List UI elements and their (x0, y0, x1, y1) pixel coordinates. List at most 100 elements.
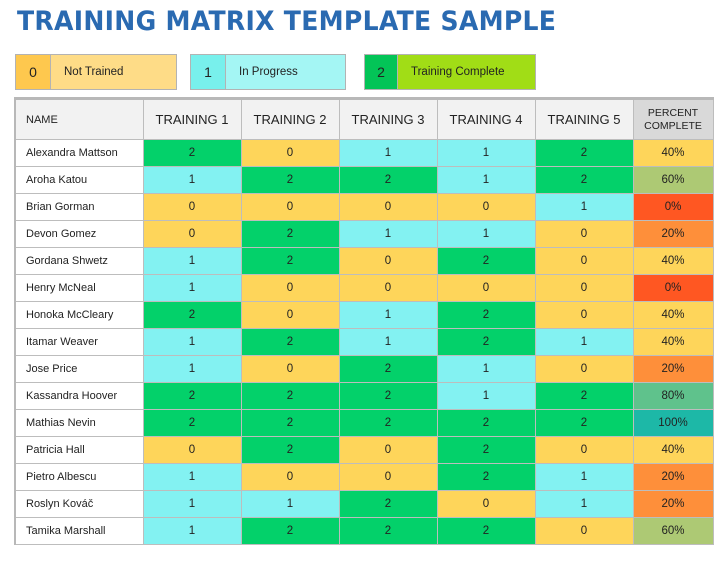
legend-label: Not Trained (50, 55, 176, 89)
training-4-score[interactable]: 2 (436, 517, 536, 545)
training-5-score[interactable]: 0 (534, 220, 634, 248)
legend-value: 0 (16, 55, 50, 89)
training-1-score[interactable]: 2 (142, 139, 242, 167)
percent-complete: 20% (632, 490, 714, 518)
training-1-score[interactable]: 1 (142, 463, 242, 491)
percent-complete: 80% (632, 382, 714, 410)
training-3-score[interactable]: 0 (338, 193, 438, 221)
training-1-score[interactable]: 0 (142, 220, 242, 248)
table-row: Aroha Katou 1 2 2 1 2 60% (14, 166, 714, 194)
training-5-score[interactable]: 2 (534, 382, 634, 410)
employee-name[interactable]: Brian Gorman (14, 193, 144, 221)
employee-name[interactable]: Patricia Hall (14, 436, 144, 464)
training-4-score[interactable]: 2 (436, 463, 536, 491)
employee-name[interactable]: Pietro Albescu (14, 463, 144, 491)
training-4-score[interactable]: 1 (436, 355, 536, 383)
employee-name[interactable]: Tamika Marshall (14, 517, 144, 545)
training-1-score[interactable]: 0 (142, 193, 242, 221)
training-3-score[interactable]: 1 (338, 139, 438, 167)
training-2-score[interactable]: 2 (240, 517, 340, 545)
training-4-score[interactable]: 1 (436, 220, 536, 248)
training-5-score[interactable]: 1 (534, 463, 634, 491)
training-2-score[interactable]: 2 (240, 247, 340, 275)
training-5-score[interactable]: 0 (534, 436, 634, 464)
training-1-score[interactable]: 1 (142, 166, 242, 194)
training-3-score[interactable]: 0 (338, 463, 438, 491)
training-4-score[interactable]: 0 (436, 274, 536, 302)
training-1-score[interactable]: 2 (142, 382, 242, 410)
training-1-score[interactable]: 2 (142, 409, 242, 437)
training-5-score[interactable]: 0 (534, 355, 634, 383)
training-1-score[interactable]: 1 (142, 274, 242, 302)
training-5-score[interactable]: 0 (534, 517, 634, 545)
training-5-score[interactable]: 1 (534, 328, 634, 356)
legend-label: In Progress (225, 55, 345, 89)
training-2-score[interactable]: 1 (240, 490, 340, 518)
training-5-score[interactable]: 2 (534, 139, 634, 167)
training-4-score[interactable]: 2 (436, 301, 536, 329)
training-1-score[interactable]: 1 (142, 517, 242, 545)
training-4-score[interactable]: 1 (436, 139, 536, 167)
training-3-score[interactable]: 2 (338, 490, 438, 518)
training-3-score[interactable]: 0 (338, 247, 438, 275)
employee-name[interactable]: Aroha Katou (14, 166, 144, 194)
percent-complete: 0% (632, 193, 714, 221)
training-3-score[interactable]: 0 (338, 436, 438, 464)
training-3-score[interactable]: 2 (338, 166, 438, 194)
training-4-score[interactable]: 1 (436, 166, 536, 194)
training-5-score[interactable]: 0 (534, 301, 634, 329)
training-3-score[interactable]: 2 (338, 517, 438, 545)
training-2-score[interactable]: 0 (240, 463, 340, 491)
training-5-score[interactable]: 1 (534, 490, 634, 518)
employee-name[interactable]: Itamar Weaver (14, 328, 144, 356)
training-5-score[interactable]: 1 (534, 193, 634, 221)
training-4-score[interactable]: 2 (436, 409, 536, 437)
training-3-score[interactable]: 2 (338, 355, 438, 383)
employee-name[interactable]: Honoka McCleary (14, 301, 144, 329)
training-2-score[interactable]: 2 (240, 166, 340, 194)
training-1-score[interactable]: 2 (142, 301, 242, 329)
training-4-score[interactable]: 0 (436, 490, 536, 518)
employee-name[interactable]: Roslyn Kováč (14, 490, 144, 518)
training-2-score[interactable]: 0 (240, 139, 340, 167)
header-percent-complete: PERCENT COMPLETE (632, 98, 714, 140)
header-row: NAME TRAINING 1 TRAINING 2 TRAINING 3 TR… (14, 98, 714, 140)
training-4-score[interactable]: 1 (436, 382, 536, 410)
training-3-score[interactable]: 1 (338, 220, 438, 248)
percent-complete: 20% (632, 355, 714, 383)
training-1-score[interactable]: 1 (142, 490, 242, 518)
training-2-score[interactable]: 0 (240, 301, 340, 329)
employee-name[interactable]: Devon Gomez (14, 220, 144, 248)
training-1-score[interactable]: 1 (142, 355, 242, 383)
training-2-score[interactable]: 0 (240, 193, 340, 221)
training-5-score[interactable]: 0 (534, 274, 634, 302)
training-2-score[interactable]: 2 (240, 220, 340, 248)
training-4-score[interactable]: 2 (436, 247, 536, 275)
training-3-score[interactable]: 1 (338, 328, 438, 356)
training-2-score[interactable]: 0 (240, 274, 340, 302)
training-3-score[interactable]: 2 (338, 409, 438, 437)
training-3-score[interactable]: 2 (338, 382, 438, 410)
training-4-score[interactable]: 2 (436, 328, 536, 356)
training-1-score[interactable]: 1 (142, 328, 242, 356)
employee-name[interactable]: Henry McNeal (14, 274, 144, 302)
training-5-score[interactable]: 0 (534, 247, 634, 275)
training-3-score[interactable]: 1 (338, 301, 438, 329)
employee-name[interactable]: Kassandra Hoover (14, 382, 144, 410)
training-1-score[interactable]: 1 (142, 247, 242, 275)
training-1-score[interactable]: 0 (142, 436, 242, 464)
training-3-score[interactable]: 0 (338, 274, 438, 302)
training-2-score[interactable]: 0 (240, 355, 340, 383)
employee-name[interactable]: Alexandra Mattson (14, 139, 144, 167)
training-5-score[interactable]: 2 (534, 166, 634, 194)
training-2-score[interactable]: 2 (240, 328, 340, 356)
training-4-score[interactable]: 0 (436, 193, 536, 221)
training-2-score[interactable]: 2 (240, 409, 340, 437)
training-2-score[interactable]: 2 (240, 436, 340, 464)
employee-name[interactable]: Gordana Shwetz (14, 247, 144, 275)
training-4-score[interactable]: 2 (436, 436, 536, 464)
employee-name[interactable]: Mathias Nevin (14, 409, 144, 437)
employee-name[interactable]: Jose Price (14, 355, 144, 383)
training-2-score[interactable]: 2 (240, 382, 340, 410)
training-5-score[interactable]: 2 (534, 409, 634, 437)
